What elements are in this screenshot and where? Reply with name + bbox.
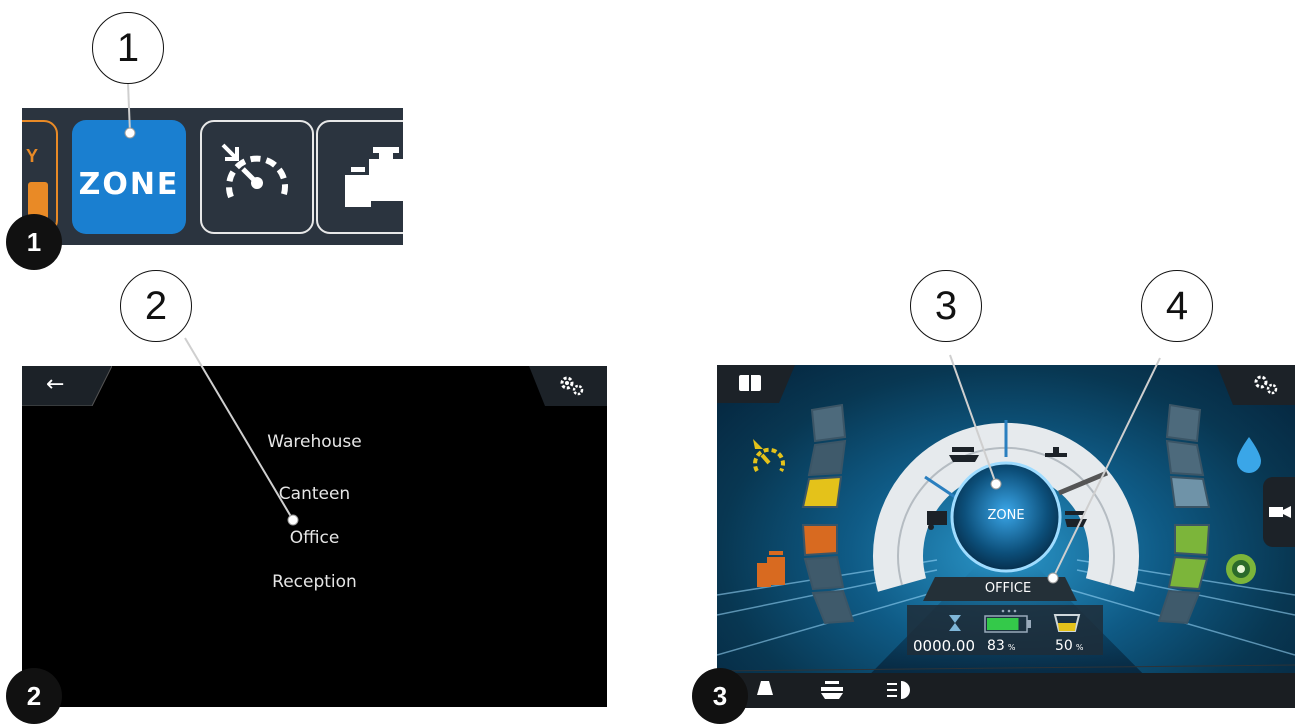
callout-2: 2 [120, 270, 192, 342]
back-tab[interactable] [22, 366, 112, 406]
dual-mode-icon [1065, 511, 1087, 527]
payload-weight-icon [345, 147, 403, 207]
badge-1: 1 [6, 214, 62, 270]
left-gauge [801, 403, 855, 625]
right-gauge [1157, 403, 1211, 625]
water-drop-icon [1237, 437, 1261, 473]
callout-1: 1 [92, 12, 164, 84]
solution-percent-unit: % [1075, 643, 1084, 652]
hour-meter-value: 0000.00 [912, 637, 976, 655]
badge-3: 3 [692, 668, 748, 724]
zone-list-item-warehouse[interactable]: Warehouse [22, 432, 607, 452]
dashboard-graphics [717, 365, 1295, 708]
zone-list-item-canteen[interactable]: Canteen [22, 484, 607, 504]
speed-limit-icon [221, 143, 288, 199]
zone-button-label: ZONE [78, 166, 180, 202]
solution-percent-value: 50 [1055, 638, 1073, 654]
zone-list-item-office[interactable]: Office [22, 528, 607, 548]
camera-icon [1269, 506, 1291, 518]
zone-list-item-reception[interactable]: Reception [22, 572, 607, 592]
transport-mode-icon [927, 511, 947, 530]
battery-percent: 83% [987, 638, 1015, 654]
zone-button[interactable]: ZONE [72, 120, 186, 234]
speed-limit-icon [753, 447, 785, 473]
callout-3: 3 [910, 270, 982, 342]
dial-center-label[interactable]: ZONE [976, 508, 1036, 523]
panel-2-zone-list: ← Warehouse Canteen Office Reception [22, 366, 607, 707]
payload-button[interactable] [316, 120, 403, 234]
battery-percent-value: 83 [987, 638, 1005, 654]
recovery-icon [1226, 554, 1256, 584]
panel-3-dashboard: ZONE OFFICE 0000.00 83% 50% [717, 365, 1295, 708]
speed-limit-button[interactable] [200, 120, 314, 234]
payload-weight-icon [757, 551, 785, 587]
back-arrow-icon[interactable]: ← [46, 372, 64, 397]
battery-percent-unit: % [1007, 643, 1016, 652]
current-zone-label[interactable]: OFFICE [953, 581, 1063, 596]
callout-4: 4 [1141, 270, 1213, 342]
manual-book-icon [739, 375, 761, 391]
gears-icon[interactable] [559, 375, 585, 397]
badge-2: 2 [6, 668, 62, 724]
panel-1-function-bar: Y ZONE [22, 108, 403, 245]
solution-percent: 50% [1055, 638, 1083, 654]
partial-tile-letter: Y [25, 146, 38, 166]
